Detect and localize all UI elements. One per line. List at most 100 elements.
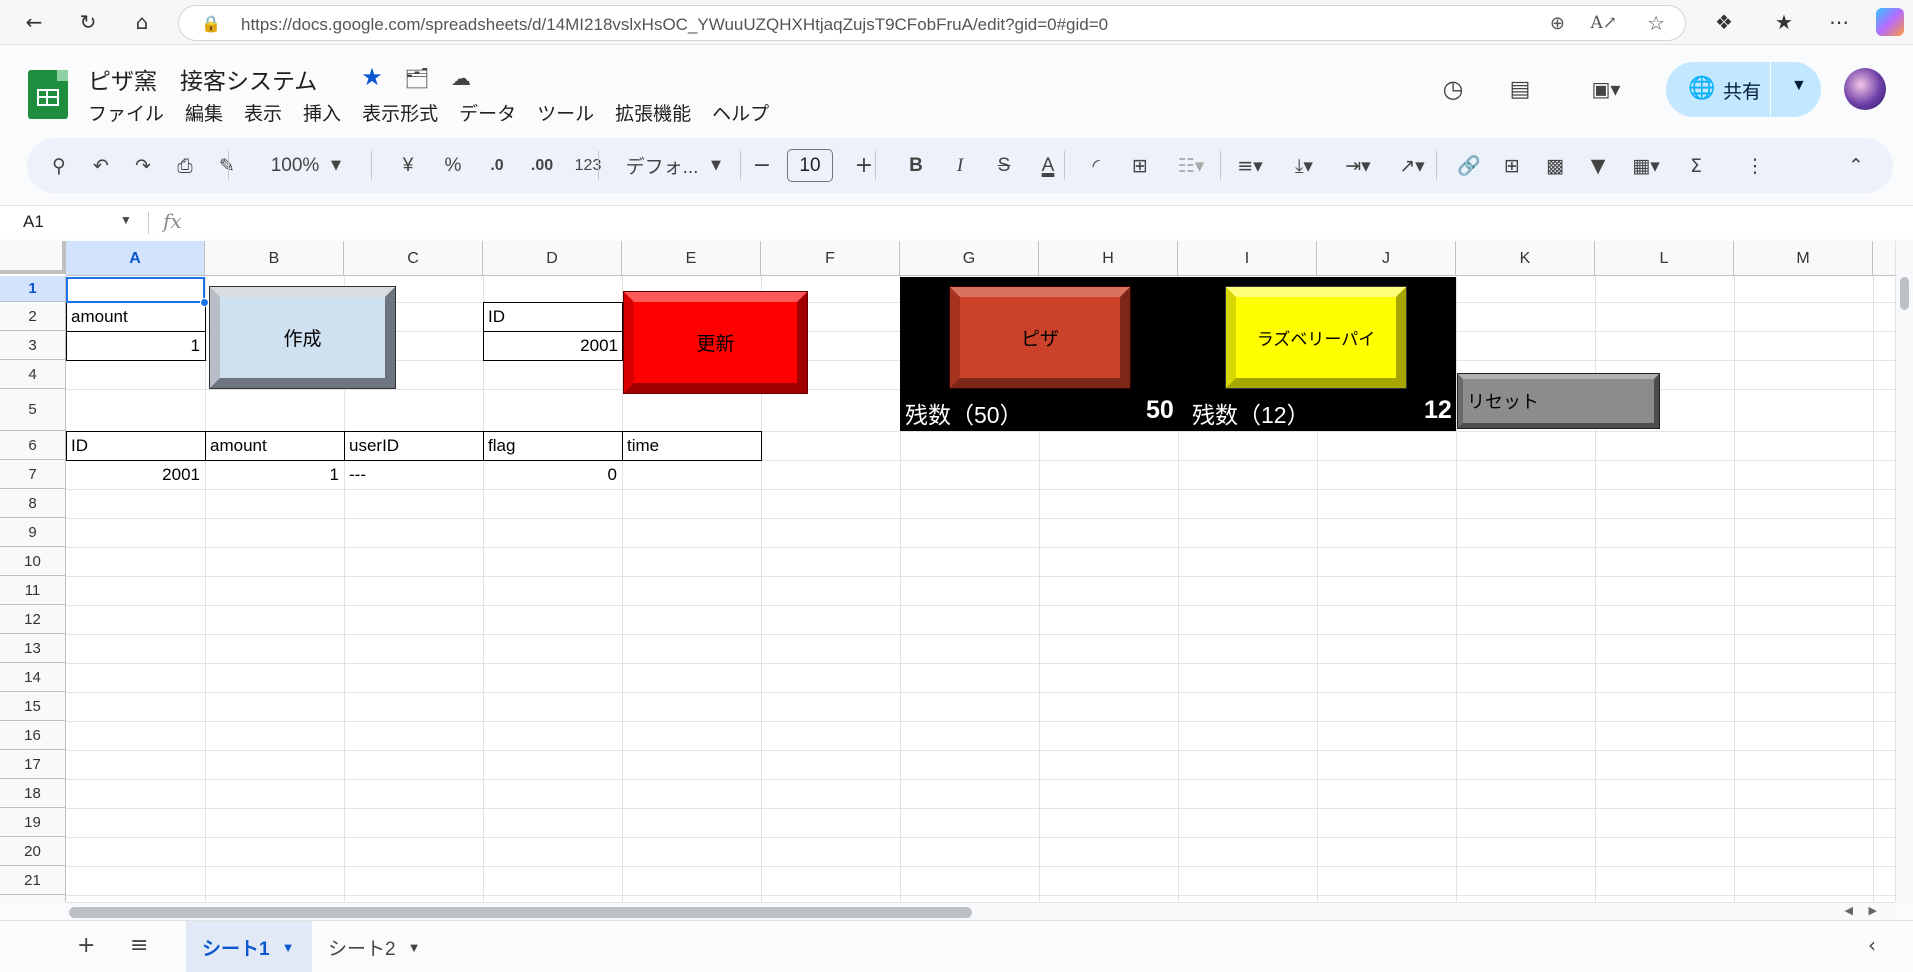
- meet-icon[interactable]: ▣▾: [1578, 74, 1634, 104]
- filter-icon[interactable]: ▼: [1581, 138, 1615, 193]
- cell-a7[interactable]: 2001: [71, 465, 200, 485]
- more-menu-icon[interactable]: ⋯: [1825, 8, 1853, 36]
- row-header-4[interactable]: 4: [0, 360, 66, 389]
- formula-input[interactable]: [195, 207, 1885, 237]
- sheet-tab-1[interactable]: シート1 ▼: [186, 921, 312, 972]
- zoom-select[interactable]: 100%: [265, 138, 325, 193]
- row-header-5[interactable]: 5: [0, 389, 66, 431]
- horizontal-scrollbar[interactable]: ◀ ▶: [66, 902, 1895, 920]
- scroll-left-icon[interactable]: ◀: [1845, 904, 1853, 917]
- header-cell-flag[interactable]: flag: [488, 436, 618, 456]
- fill-handle[interactable]: [200, 298, 209, 307]
- increase-decimal-button[interactable]: .00: [519, 138, 565, 193]
- row-header-15[interactable]: 15: [0, 692, 66, 721]
- reload-icon[interactable]: ↻: [74, 8, 102, 36]
- column-header-f[interactable]: F: [761, 241, 900, 276]
- functions-icon[interactable]: Σ: [1679, 138, 1713, 193]
- strikethrough-button[interactable]: S: [987, 138, 1021, 193]
- row-header-14[interactable]: 14: [0, 663, 66, 692]
- raspberry-pie-button[interactable]: ラズベリーパイ: [1226, 287, 1406, 388]
- header-cell-id[interactable]: ID: [71, 436, 201, 456]
- name-box[interactable]: A1: [23, 212, 44, 232]
- column-header-k[interactable]: K: [1456, 241, 1595, 276]
- row-header-13[interactable]: 13: [0, 634, 66, 663]
- row-header-20[interactable]: 20: [0, 837, 66, 866]
- row-header-19[interactable]: 19: [0, 808, 66, 837]
- row-header-8[interactable]: 8: [0, 489, 66, 518]
- vertical-align-icon[interactable]: ⤓▾: [1281, 138, 1327, 193]
- column-header-d[interactable]: D: [483, 241, 622, 276]
- horizontal-scroll-thumb[interactable]: [69, 907, 972, 918]
- sheets-logo-icon[interactable]: [28, 70, 68, 119]
- decrease-decimal-button[interactable]: .0: [477, 138, 517, 193]
- name-box-dropdown-icon[interactable]: ▼: [120, 213, 132, 227]
- menu-edit[interactable]: 編集: [185, 99, 223, 126]
- fill-color-icon[interactable]: ◜: [1079, 138, 1113, 193]
- menu-tools[interactable]: ツール: [537, 99, 594, 126]
- sheet-tab-2[interactable]: シート2 ▼: [312, 921, 436, 972]
- pizza-button[interactable]: ピザ: [950, 287, 1130, 388]
- sheet-tab-2-dropdown-icon[interactable]: ▼: [408, 940, 421, 955]
- selected-cell-a1[interactable]: [66, 277, 205, 303]
- menu-extensions[interactable]: 拡張機能: [615, 99, 691, 126]
- column-header-b[interactable]: B: [205, 241, 344, 276]
- row-header-11[interactable]: 11: [0, 576, 66, 605]
- header-cell-userid[interactable]: userID: [349, 436, 479, 456]
- header-cell-amount[interactable]: amount: [210, 436, 340, 456]
- decrease-font-size-icon[interactable]: −: [747, 138, 777, 193]
- more-options-icon[interactable]: ⋮: [1738, 138, 1772, 193]
- row-header-17[interactable]: 17: [0, 750, 66, 779]
- column-header-j[interactable]: J: [1317, 241, 1456, 276]
- search-menus-icon[interactable]: ⚲: [41, 138, 77, 193]
- extensions-icon[interactable]: ❖: [1710, 8, 1738, 36]
- star-icon[interactable]: ★: [358, 63, 386, 91]
- insert-chart-icon[interactable]: ▩: [1538, 138, 1572, 193]
- cell-c7[interactable]: ---: [349, 465, 479, 485]
- horizontal-align-icon[interactable]: ≡▾: [1227, 138, 1273, 193]
- header-cell-time[interactable]: time: [627, 436, 757, 456]
- spreadsheet-grid[interactable]: A B C D E F G H I J K L M 1 2 3 4 5 6 7 …: [0, 241, 1913, 902]
- row-header-1[interactable]: 1: [0, 276, 66, 302]
- cell-b7[interactable]: 1: [210, 465, 339, 485]
- italic-button[interactable]: I: [943, 138, 977, 193]
- font-dropdown-icon[interactable]: ▼: [707, 138, 725, 193]
- zoom-dropdown-icon[interactable]: ▼: [327, 138, 345, 193]
- sheet-tab-1-dropdown-icon[interactable]: ▼: [282, 940, 295, 955]
- add-sheet-icon[interactable]: +: [77, 933, 95, 958]
- column-header-h[interactable]: H: [1039, 241, 1178, 276]
- column-header-a[interactable]: A: [66, 241, 205, 276]
- cell-d2[interactable]: ID: [488, 307, 618, 327]
- collapse-toolbar-icon[interactable]: ⌃: [1839, 138, 1873, 193]
- vertical-scroll-thumb[interactable]: [1900, 277, 1909, 310]
- reset-button[interactable]: リセット: [1458, 374, 1659, 428]
- move-folder-icon[interactable]: 🗂: [403, 64, 431, 92]
- scroll-right-icon[interactable]: ▶: [1869, 904, 1877, 917]
- menu-file[interactable]: ファイル: [88, 99, 164, 126]
- row-header-2[interactable]: 2: [0, 302, 66, 331]
- row-header-6[interactable]: 6: [0, 431, 66, 460]
- insert-comment-icon[interactable]: ⊞: [1495, 138, 1529, 193]
- row-header-7[interactable]: 7: [0, 460, 66, 489]
- text-rotation-icon[interactable]: ↗▾: [1389, 138, 1435, 193]
- comments-icon[interactable]: ▤: [1505, 74, 1535, 104]
- print-icon[interactable]: ⎙: [167, 138, 203, 193]
- row-header-12[interactable]: 12: [0, 605, 66, 634]
- document-title[interactable]: ピザ窯 接客システム: [88, 62, 317, 96]
- row-header-21[interactable]: 21: [0, 866, 66, 895]
- copilot-icon[interactable]: [1876, 8, 1904, 36]
- menu-data[interactable]: データ: [459, 99, 516, 126]
- version-history-icon[interactable]: ◷: [1438, 74, 1468, 104]
- column-header-g[interactable]: G: [900, 241, 1039, 276]
- account-avatar[interactable]: [1844, 68, 1886, 110]
- cell-a3[interactable]: 1: [71, 336, 200, 356]
- more-formats-button[interactable]: 123: [571, 138, 605, 193]
- filter-views-icon[interactable]: ▦▾: [1622, 138, 1670, 193]
- font-select[interactable]: デフォ...: [617, 138, 707, 193]
- column-header-m[interactable]: M: [1734, 241, 1873, 276]
- menu-view[interactable]: 表示: [244, 99, 282, 126]
- paint-format-icon[interactable]: ✎: [209, 138, 245, 193]
- lock-icon[interactable]: 🔒: [201, 14, 221, 34]
- borders-icon[interactable]: ⊞: [1123, 138, 1157, 193]
- cell-d7[interactable]: 0: [488, 465, 617, 485]
- address-bar[interactable]: 🔒 https://docs.google.com/spreadsheets/d…: [178, 5, 1686, 41]
